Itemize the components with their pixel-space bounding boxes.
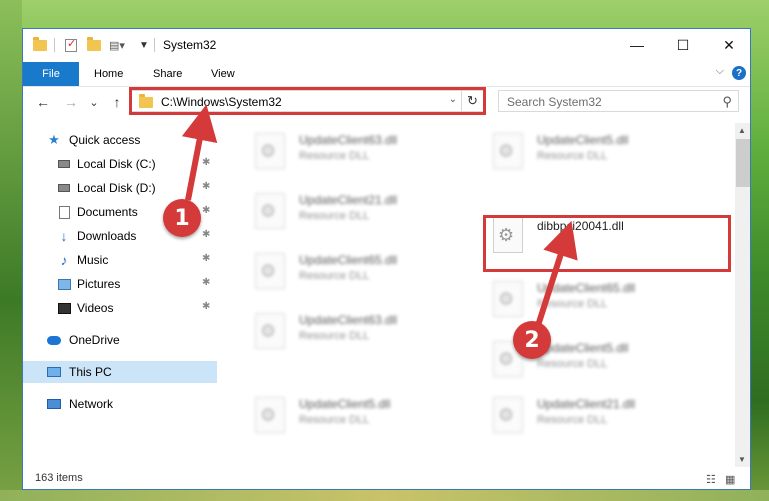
annotation-marker-1: 1: [163, 199, 201, 237]
annotation-arrows: [181, 104, 578, 336]
arrow-to-dll-file: [532, 220, 578, 336]
arrow-to-address-bar: [181, 104, 218, 201]
annotation-marker-2: 2: [513, 321, 551, 359]
